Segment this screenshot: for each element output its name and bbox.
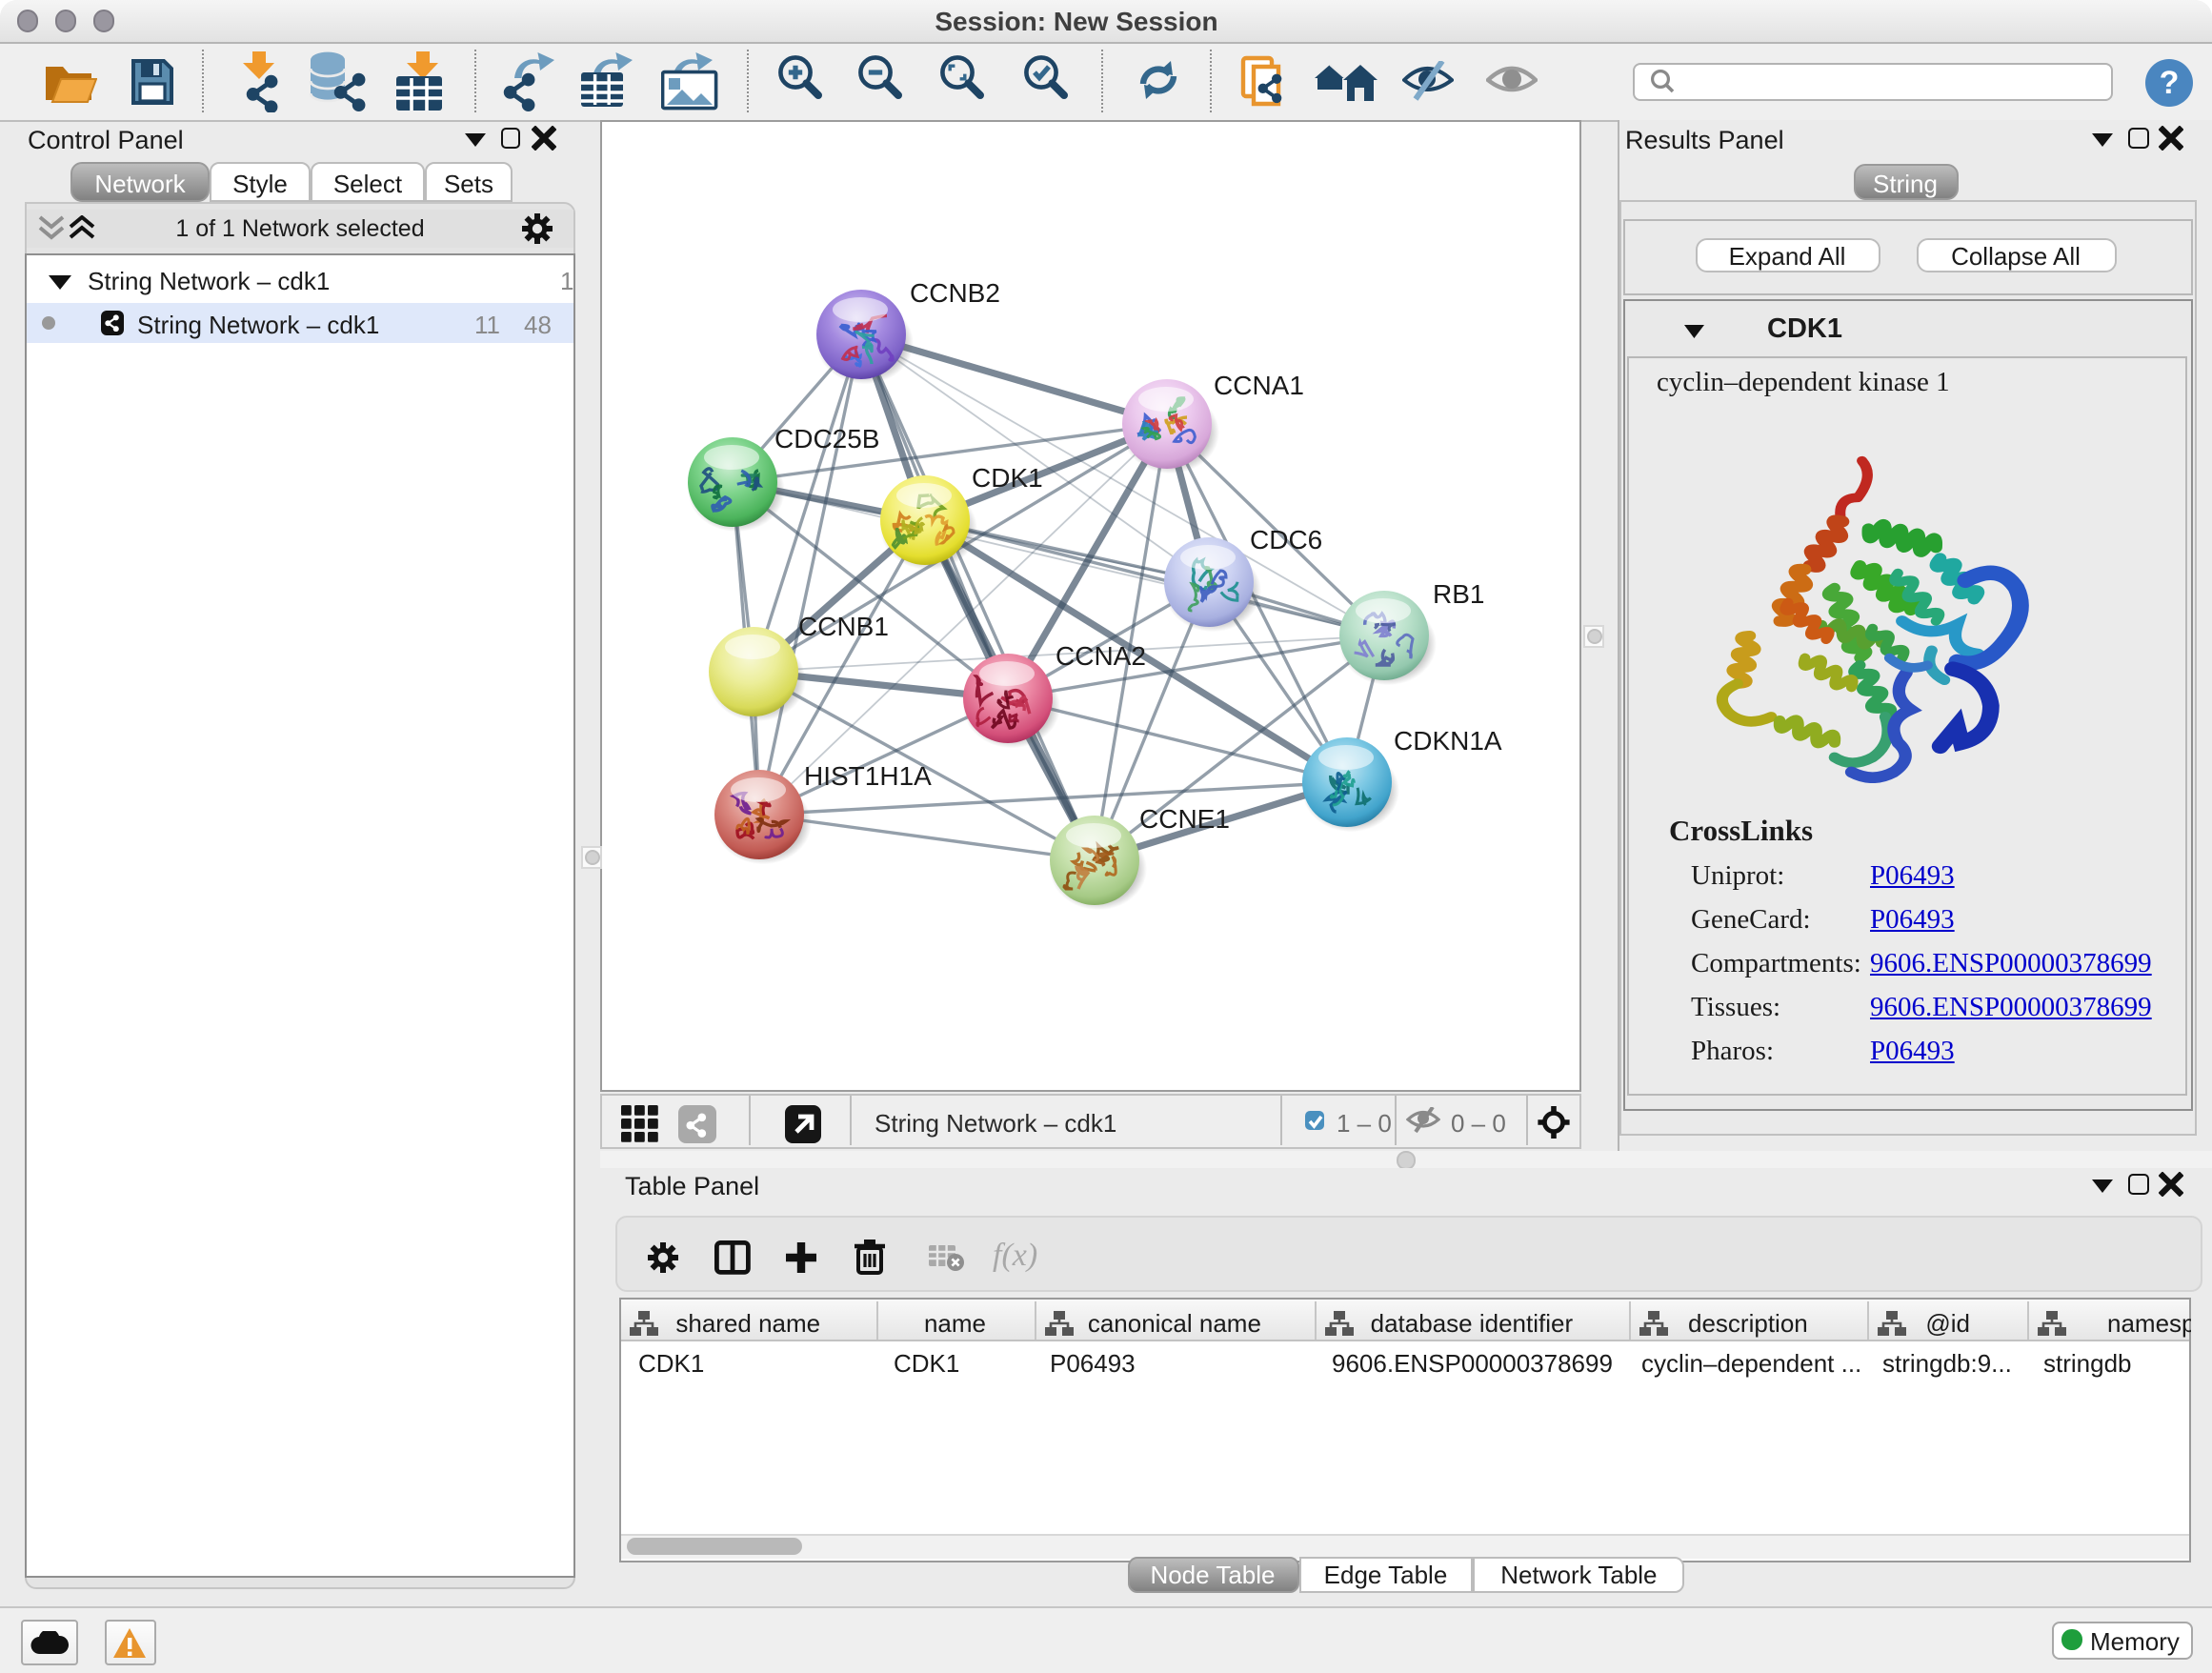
svg-text:CDC6: CDC6: [1249, 524, 1321, 554]
svg-text:CDK1: CDK1: [971, 462, 1042, 492]
svg-text:CCNB2: CCNB2: [909, 277, 999, 307]
svg-text:HIST1H1A: HIST1H1A: [803, 760, 931, 790]
svg-text:CCNA1: CCNA1: [1213, 370, 1303, 399]
svg-text:CCNA2: CCNA2: [1055, 640, 1145, 670]
svg-text:CCNB1: CCNB1: [797, 611, 888, 640]
svg-text:CDKN1A: CDKN1A: [1393, 725, 1501, 755]
svg-text:RB1: RB1: [1432, 578, 1483, 608]
svg-text:CDC25B: CDC25B: [774, 423, 878, 453]
svg-text:CCNE1: CCNE1: [1138, 803, 1229, 833]
